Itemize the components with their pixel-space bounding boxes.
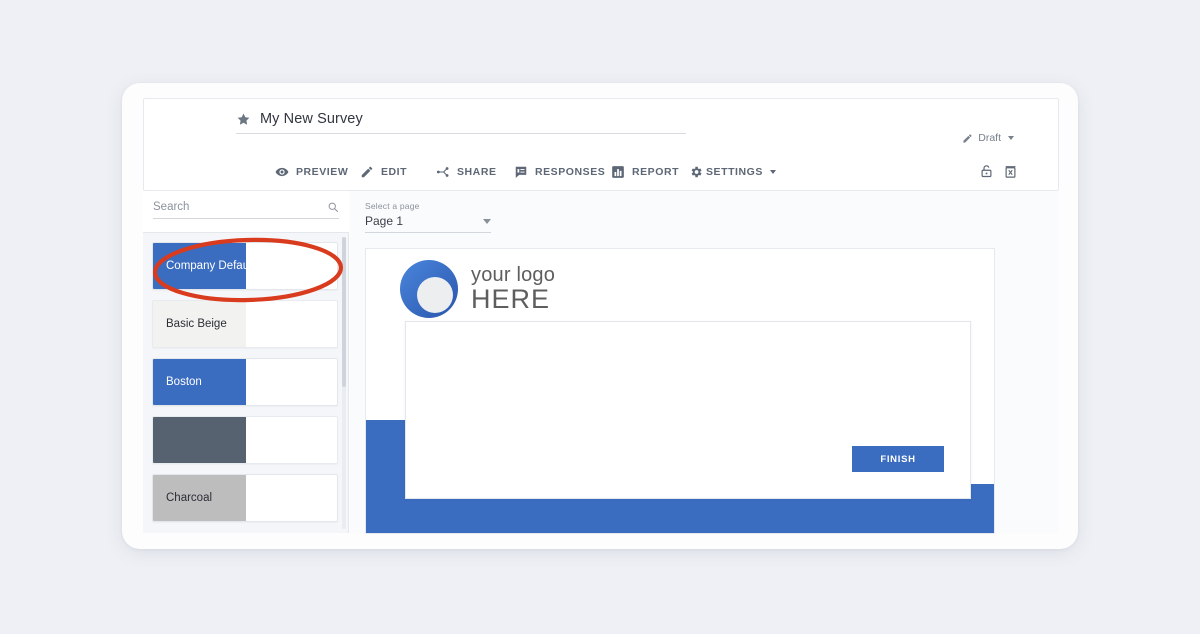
status-badge-draft[interactable]: Draft <box>962 132 1014 144</box>
theme-name: Company Default <box>166 260 255 272</box>
delete-button[interactable] <box>1003 164 1018 179</box>
search-input[interactable] <box>153 201 327 213</box>
theme-item-company-default[interactable]: Company Default <box>152 242 338 290</box>
search-box <box>143 191 349 233</box>
theme-sidebar: Company Default Basic Beige Boston <box>143 191 349 533</box>
page-select-label: Select a page <box>365 201 420 211</box>
title-row: My New Survey Draft <box>144 99 1058 151</box>
tab-responses-label: RESPONSES <box>535 165 606 178</box>
logo-text: your logo HERE <box>471 265 555 313</box>
star-icon[interactable] <box>236 112 251 127</box>
chevron-down-icon <box>769 169 776 174</box>
pencil-icon <box>963 133 972 143</box>
tab-preview-label: PREVIEW <box>296 165 349 178</box>
theme-swatch <box>153 417 246 463</box>
search-icon[interactable] <box>327 201 339 213</box>
tab-responses[interactable]: RESPONSES <box>514 165 605 179</box>
sidebar-scrollbar[interactable] <box>342 237 346 529</box>
theme-preview-area <box>246 301 337 347</box>
logo-line-2: HERE <box>471 284 551 314</box>
survey-title-field[interactable]: My New Survey <box>236 111 686 134</box>
tab-share[interactable]: SHARE <box>436 165 497 179</box>
pencil-icon <box>361 166 373 177</box>
lock-button[interactable] <box>979 164 994 179</box>
theme-preview-area <box>246 417 337 463</box>
theme-swatch: Basic Beige <box>153 301 246 347</box>
theme-item-boston[interactable]: Boston <box>152 358 338 406</box>
tab-preview[interactable]: PREVIEW <box>275 165 348 179</box>
page-select[interactable]: Select a page Page 1 <box>365 201 491 233</box>
logo-block: your logo HERE <box>397 257 555 321</box>
trash-icon <box>1005 166 1016 178</box>
survey-preview-card[interactable]: your logo HERE FINISH <box>365 248 995 534</box>
page-title: My New Survey <box>260 111 363 127</box>
tab-settings-label: SETTINGS <box>706 165 763 178</box>
chevron-down-icon <box>483 218 491 224</box>
gear-icon <box>691 166 702 177</box>
share-icon <box>436 166 449 177</box>
tab-share-label: SHARE <box>457 165 497 178</box>
theme-name: Charcoal <box>166 492 213 504</box>
lock-icon <box>981 165 992 178</box>
body-area: Company Default Basic Beige Boston <box>143 191 1059 534</box>
theme-preview-area <box>246 243 337 289</box>
tab-edit[interactable]: EDIT <box>360 165 407 179</box>
header-card: My New Survey Draft PREVIEW EDIT SHARE R… <box>143 98 1059 191</box>
chevron-down-icon <box>1008 136 1014 140</box>
tab-report[interactable]: REPORT <box>611 165 679 179</box>
theme-item-slate[interactable] <box>152 416 338 464</box>
comment-icon <box>515 166 527 178</box>
theme-item-basic-beige[interactable]: Basic Beige <box>152 300 338 348</box>
theme-preview-area <box>246 359 337 405</box>
app-window: My New Survey Draft PREVIEW EDIT SHARE R… <box>122 83 1078 549</box>
scrollbar-thumb[interactable] <box>342 237 346 387</box>
status-badge-label: Draft <box>978 132 1001 144</box>
main-toolbar: PREVIEW EDIT SHARE RESPONSES REPORT SETT… <box>144 151 1058 192</box>
theme-item-charcoal[interactable]: Charcoal <box>152 474 338 522</box>
tab-report-label: REPORT <box>632 165 680 178</box>
theme-swatch: Company Default <box>153 243 255 289</box>
search-field-wrapper <box>153 201 339 219</box>
tab-settings[interactable]: SETTINGS <box>689 165 776 179</box>
theme-swatch: Charcoal <box>153 475 246 521</box>
question-card[interactable]: FINISH <box>405 321 971 499</box>
page-select-control[interactable]: Page 1 <box>365 214 491 233</box>
theme-preview-area <box>246 475 337 521</box>
preview-pane: Select a page Page 1 your logo HERE FINI… <box>350 191 1059 534</box>
theme-list[interactable]: Company Default Basic Beige Boston Charc… <box>143 233 349 533</box>
page-select-value: Page 1 <box>365 214 404 228</box>
logo-line-1: your logo <box>471 264 556 286</box>
logo-circle-icon <box>400 260 458 318</box>
theme-name: Boston <box>166 376 202 388</box>
finish-button[interactable]: FINISH <box>852 446 944 472</box>
chart-bar-icon <box>612 165 624 178</box>
theme-swatch: Boston <box>153 359 246 405</box>
tab-edit-label: EDIT <box>381 165 408 178</box>
theme-name: Basic Beige <box>166 318 227 330</box>
eye-icon <box>275 167 289 176</box>
